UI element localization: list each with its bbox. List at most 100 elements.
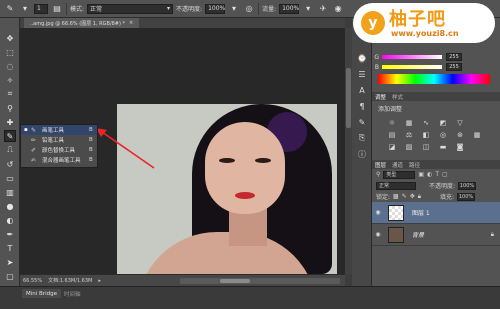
dodge-tool-icon[interactable]: ◐ — [4, 214, 16, 226]
brightness-icon[interactable]: ☼ — [386, 118, 398, 128]
flow-field[interactable]: 100% — [279, 3, 299, 14]
vertical-scrollbar[interactable] — [345, 28, 352, 274]
tab-channels[interactable]: 通道 — [392, 161, 403, 169]
blur-tool-icon[interactable]: ● — [4, 200, 16, 212]
rectangle-tool-icon[interactable]: ▢ — [4, 270, 16, 282]
dropdown-caret-icon[interactable]: ▾ — [19, 3, 31, 15]
hue-saturation-icon[interactable]: ▤ — [386, 130, 398, 140]
lock-position-icon[interactable]: ✥ — [410, 193, 415, 200]
info-panel-icon[interactable]: ⓘ — [356, 148, 368, 160]
healing-brush-tool-icon[interactable]: ✚ — [4, 116, 16, 128]
paragraph-panel-icon[interactable]: ¶ — [356, 100, 368, 112]
lasso-tool-icon[interactable]: ◌ — [4, 60, 16, 72]
history-panel-icon[interactable]: ⌚ — [356, 52, 368, 64]
brush-tool-icon[interactable]: ✎ — [4, 130, 16, 142]
selective-color-icon[interactable]: ◙ — [454, 142, 466, 152]
brush-panel-icon[interactable]: ✎ — [356, 116, 368, 128]
tab-timeline[interactable]: 时间轴 — [60, 289, 85, 298]
tab-styles[interactable]: 样式 — [392, 93, 403, 101]
horizontal-scrollbar[interactable] — [180, 278, 340, 284]
channel-mixer-icon[interactable]: ⊛ — [454, 130, 466, 140]
gradient-map-icon[interactable]: ▬ — [437, 142, 449, 152]
marquee-tool-icon[interactable]: ⬚ — [4, 46, 16, 58]
filter-type-icon[interactable]: T — [435, 171, 439, 178]
opacity-field[interactable]: 100% — [205, 3, 225, 14]
eye-icon[interactable]: ◉ — [372, 231, 384, 238]
history-brush-tool-icon[interactable]: ↺ — [4, 158, 16, 170]
photo-filter-icon[interactable]: ◎ — [437, 130, 449, 140]
brush-panel-icon[interactable]: ▤ — [51, 3, 63, 15]
chevron-down-icon[interactable]: ▾ — [302, 3, 314, 15]
horizontal-scroll-thumb[interactable] — [220, 279, 250, 283]
tab-layers[interactable]: 图层 — [375, 161, 386, 169]
invert-icon[interactable]: ◪ — [386, 142, 398, 152]
threshold-icon[interactable]: ◫ — [420, 142, 432, 152]
brush-size-field[interactable]: 1 — [34, 3, 48, 14]
path-selection-tool-icon[interactable]: ➤ — [4, 256, 16, 268]
posterize-icon[interactable]: ▨ — [403, 142, 415, 152]
logo-url: www.youzi8.cn — [391, 29, 459, 38]
curves-icon[interactable]: ∿ — [420, 118, 432, 128]
tab-paths[interactable]: 路径 — [409, 161, 420, 169]
flyout-item-pencil[interactable]: ✏ 铅笔工具 B — [21, 135, 97, 145]
vertical-scroll-thumb[interactable] — [346, 68, 351, 128]
crop-tool-icon[interactable]: ⌗ — [4, 88, 16, 100]
eraser-tool-icon[interactable]: ▭ — [4, 172, 16, 184]
color-slider-g[interactable]: G 255 — [372, 52, 500, 62]
eyedropper-tool-icon[interactable]: ⚲ — [4, 102, 16, 114]
gradient-tool-icon[interactable]: ▥ — [4, 186, 16, 198]
color-channel-value[interactable]: 255 — [446, 53, 462, 61]
layer-name[interactable]: 背景 — [412, 230, 424, 239]
quick-selection-tool-icon[interactable]: ✧ — [4, 74, 16, 86]
zoom-level[interactable]: 66.55% — [23, 278, 42, 284]
layer-name[interactable]: 图层 1 — [412, 208, 430, 217]
layer-row[interactable]: ◉ 图层 1 — [372, 202, 500, 224]
blend-mode-select[interactable]: 正常 — [376, 181, 416, 190]
black-white-icon[interactable]: ◧ — [420, 130, 432, 140]
color-slider-track[interactable] — [382, 55, 442, 59]
chevron-down-icon[interactable]: ▾ — [228, 3, 240, 15]
filter-pixel-icon[interactable]: ▣ — [418, 171, 424, 178]
right-panels: G 255 B 255 调整 样式 添加调整 ☼ ▦ ∿ ◩ ▽ ▤ ⚖ ◧ ◎ — [372, 18, 500, 286]
tab-mini-bridge[interactable]: Mini Bridge — [22, 289, 61, 298]
flyout-item-shortcut: B — [89, 137, 93, 143]
layer-opacity-field[interactable]: 100% — [458, 181, 477, 190]
color-channel-value[interactable]: 255 — [446, 63, 462, 71]
flyout-item-brush[interactable]: ▪ ✎ 画笔工具 B — [21, 125, 97, 135]
levels-icon[interactable]: ▦ — [403, 118, 415, 128]
filter-adjustment-icon[interactable]: ◐ — [427, 171, 432, 178]
clone-source-panel-icon[interactable]: ⎘ — [356, 132, 368, 144]
flyout-item-color-replace[interactable]: ✐ 颜色替换工具 B — [21, 145, 97, 155]
pressure-size-icon[interactable]: ◉ — [332, 3, 344, 15]
fill-field[interactable]: 100% — [457, 192, 475, 201]
vibrance-icon[interactable]: ▽ — [454, 118, 466, 128]
mode-select[interactable]: 正常 ▾ — [87, 3, 174, 14]
color-slider-track[interactable] — [382, 65, 442, 69]
color-slider-b[interactable]: B 255 — [372, 62, 500, 72]
lock-all-icon[interactable]: 🔒︎ — [418, 193, 421, 201]
eye-icon[interactable]: ◉ — [372, 209, 384, 216]
pressure-opacity-icon[interactable]: ◎ — [243, 3, 255, 15]
exposure-icon[interactable]: ◩ — [437, 118, 449, 128]
layer-filter-select[interactable]: 类型 — [383, 170, 416, 179]
color-balance-icon[interactable]: ⚖ — [403, 130, 415, 140]
character-panel-icon[interactable]: A — [356, 84, 368, 96]
properties-panel-icon[interactable]: ☰ — [356, 68, 368, 80]
lock-paint-icon[interactable]: ✎ — [402, 193, 407, 200]
airbrush-icon[interactable]: ✈ — [317, 3, 329, 15]
tab-adjustments[interactable]: 调整 — [375, 93, 386, 101]
close-icon[interactable]: × — [129, 20, 133, 26]
filter-shape-icon[interactable]: ▢ — [442, 171, 448, 178]
flyout-item-mixer-brush[interactable]: ✍ 混合器画笔工具 B — [21, 155, 97, 165]
color-lookup-icon[interactable]: ▦ — [471, 130, 483, 140]
move-tool-icon[interactable]: ✥ — [4, 32, 16, 44]
status-menu-arrow-icon[interactable]: ▸ — [98, 278, 101, 284]
brush-tool-preset-icon[interactable]: ✎ — [4, 3, 16, 15]
color-spectrum[interactable] — [378, 74, 490, 84]
pen-tool-icon[interactable]: ✒ — [4, 228, 16, 240]
document-tab[interactable]: ..amg.jpg @ 66.6% (图层 1, RGB/8#) * × — [24, 18, 140, 28]
clone-stamp-tool-icon[interactable]: ⎍ — [4, 144, 16, 156]
lock-pixels-icon[interactable]: ▩ — [393, 193, 399, 200]
layer-row[interactable]: ◉ 背景 🔒︎ — [372, 224, 500, 246]
type-tool-icon[interactable]: T — [4, 242, 16, 254]
